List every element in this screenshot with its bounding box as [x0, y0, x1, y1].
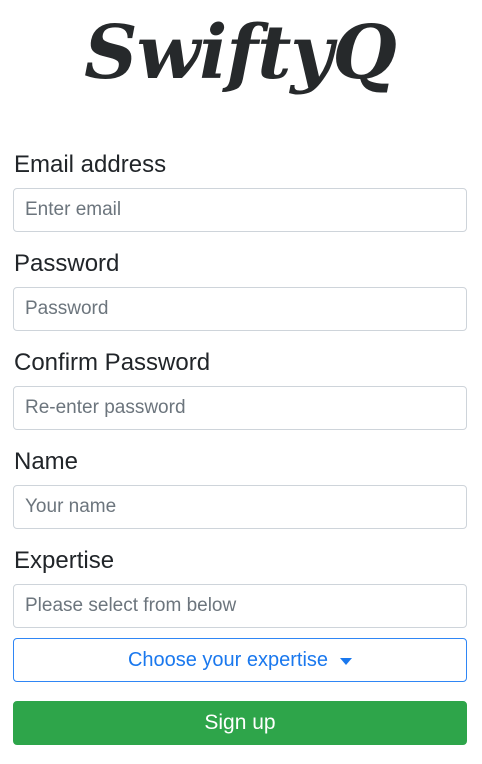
logo-area: SwiftyQ [13, 0, 467, 110]
expertise-label: Expertise [14, 547, 115, 574]
confirm-password-input[interactable] [13, 386, 467, 430]
password-input[interactable] [13, 287, 467, 331]
choose-expertise-label: Choose your expertise [127, 648, 329, 671]
password-label: Password [14, 250, 120, 277]
signup-page: SwiftyQ Email address Password Confirm P… [0, 0, 482, 764]
app-logo: SwiftyQ [84, 10, 397, 96]
name-label: Name [14, 448, 79, 475]
signup-form: Email address Password Confirm Password … [13, 150, 467, 745]
email-input[interactable] [13, 188, 467, 232]
caret-down-icon [340, 657, 353, 665]
email-label: Email address [14, 151, 167, 178]
confirm-password-label: Confirm Password [14, 349, 211, 376]
expertise-input[interactable] [13, 584, 467, 628]
name-input[interactable] [13, 485, 467, 529]
choose-expertise-dropdown[interactable]: Choose your expertise [13, 638, 467, 682]
signup-button[interactable]: Sign up [13, 701, 467, 745]
